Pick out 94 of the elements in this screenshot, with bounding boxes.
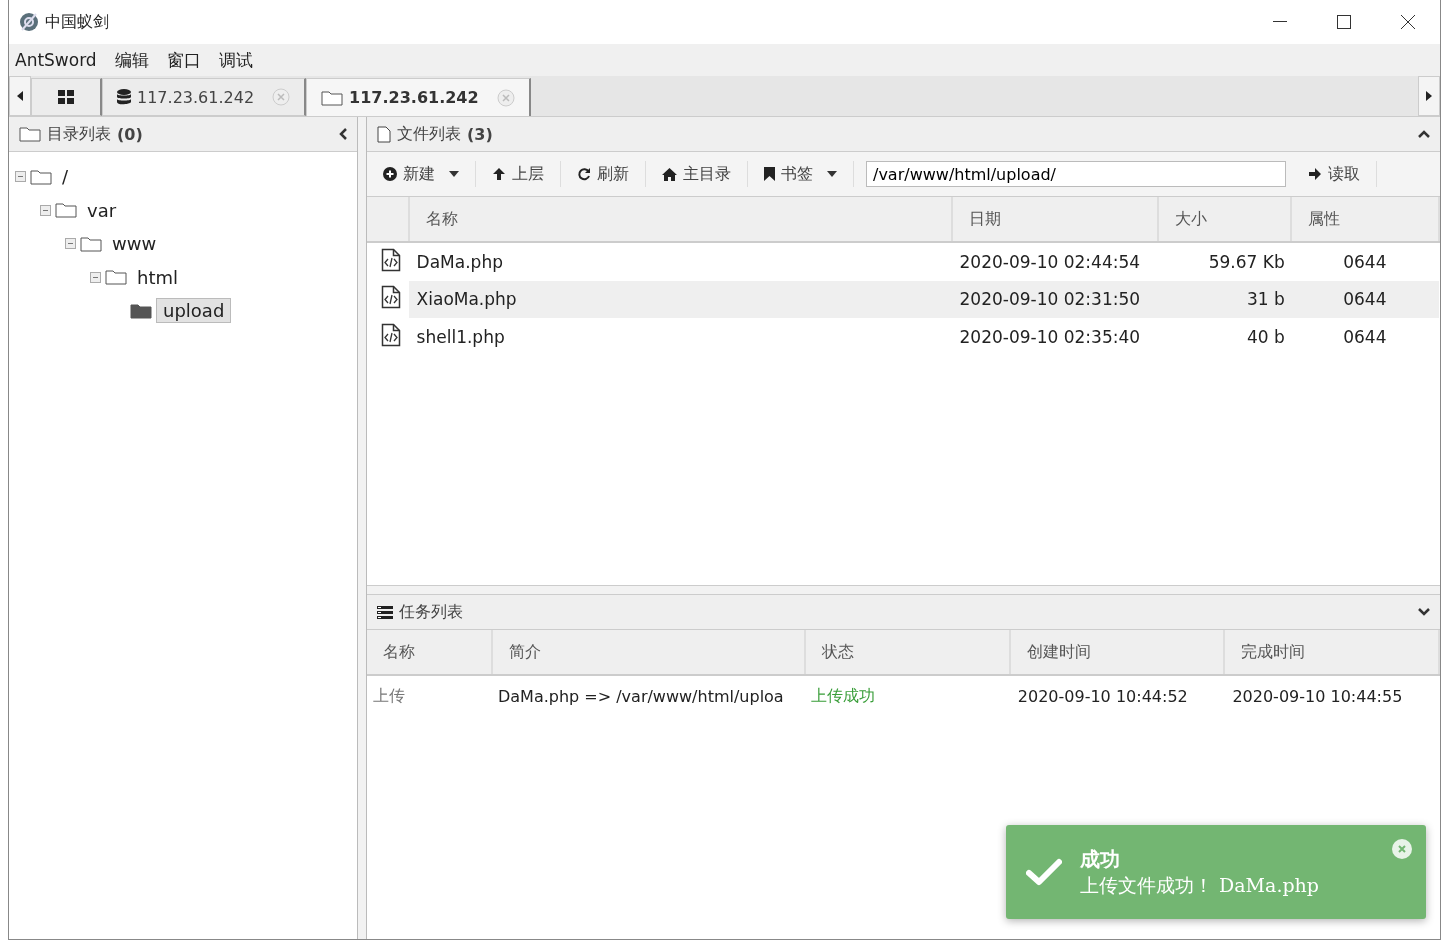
file-icon	[377, 125, 391, 143]
database-icon	[117, 89, 131, 105]
code-file-icon	[381, 322, 401, 347]
column-header[interactable]: 完成时间	[1224, 630, 1439, 675]
column-header[interactable]: 大小	[1158, 197, 1291, 242]
menu-item[interactable]: 调试	[218, 48, 253, 72]
tree-item[interactable]: html	[131, 265, 184, 289]
scroll-right-button[interactable]	[1418, 76, 1440, 116]
tree-item[interactable]: var	[81, 198, 123, 222]
folder-icon	[55, 202, 77, 219]
item-count: (0)	[117, 124, 143, 144]
collapse-toggle[interactable]	[40, 204, 51, 216]
file-size: 31 b	[1246, 289, 1285, 310]
toolbar-button[interactable]: 刷新	[561, 161, 646, 187]
task-description: DaMa.php => /var/www/html/uploa	[497, 686, 784, 706]
file-size: 59.67 Kb	[1208, 251, 1285, 272]
task-status: 上传成功	[811, 685, 876, 705]
tree-item[interactable]: /	[56, 165, 75, 189]
panel-title: 文件列表	[397, 123, 461, 145]
file-permissions: 0644	[1343, 289, 1387, 310]
panel-title: 任务列表	[399, 601, 463, 623]
file-row[interactable]: shell1.php 2020-09-10 02:35:40 40 b 0644	[367, 318, 1439, 356]
maximize-icon	[1337, 15, 1351, 29]
column-header[interactable]: 日期	[951, 197, 1159, 242]
caret-icon	[827, 171, 837, 177]
read-button[interactable]: 读取	[1292, 161, 1377, 187]
folder-icon	[19, 126, 41, 142]
folder-icon	[105, 269, 127, 286]
file-date: 2020-09-10 02:35:40	[959, 326, 1141, 347]
grid-icon	[58, 90, 74, 104]
menu-item[interactable]: AntSword	[15, 50, 97, 70]
left-arrow-icon	[17, 91, 23, 101]
created-time: 2020-09-10 10:44:52	[1017, 686, 1188, 706]
folder-icon	[80, 235, 102, 252]
app-logo-icon	[19, 12, 39, 32]
tab[interactable]	[31, 78, 102, 116]
tab[interactable]: 117.23.61.242	[102, 78, 307, 116]
column-header[interactable]: 创建时间	[1009, 630, 1225, 675]
toolbar-button[interactable]: 主目录	[646, 161, 748, 187]
collapse-toggle[interactable]	[65, 238, 76, 250]
path-field[interactable]: /var/www/html/upload/	[866, 161, 1286, 187]
file-name: XiaoMa.php	[416, 289, 517, 310]
file-row[interactable]: DaMa.php 2020-09-10 02:44:54 59.67 Kb 0644	[367, 242, 1439, 281]
panel-title: 目录列表	[47, 123, 111, 145]
toast-title: 成功	[1080, 845, 1121, 873]
column-header[interactable]: 属性	[1290, 197, 1439, 242]
collapse-toggle[interactable]	[15, 171, 26, 183]
arrow-right-icon	[1308, 167, 1322, 181]
toolbar-button[interactable]: 上层	[476, 161, 561, 187]
right-arrow-icon	[1426, 91, 1432, 101]
menu-item[interactable]: 编辑	[114, 48, 149, 72]
collapse-toggle[interactable]	[90, 271, 101, 283]
minimize-icon	[1273, 21, 1287, 23]
refresh-icon	[577, 167, 591, 181]
toolbar-button[interactable]: 书签	[748, 161, 854, 187]
task-name: 上传	[373, 685, 405, 705]
close-icon	[1398, 845, 1406, 853]
collapse-icon[interactable]	[1418, 130, 1430, 138]
expand-icon[interactable]	[1418, 608, 1430, 616]
toolbar-button[interactable]: 新建	[377, 161, 476, 187]
column-header[interactable]: 名称	[367, 630, 492, 675]
arrow-up-icon	[492, 167, 506, 181]
file-name: shell1.php	[416, 326, 505, 347]
finished-time: 2020-09-10 10:44:55	[1232, 686, 1403, 706]
collapse-icon[interactable]	[339, 128, 347, 140]
file-permissions: 0644	[1343, 326, 1387, 347]
file-name: DaMa.php	[416, 251, 503, 272]
file-size: 40 b	[1246, 326, 1285, 347]
close-icon	[1401, 15, 1415, 29]
item-count: (3)	[467, 124, 493, 144]
tab[interactable]: 117.23.61.242	[306, 78, 531, 116]
folder-icon	[321, 89, 344, 106]
plus-circle-icon	[383, 167, 397, 181]
file-date: 2020-09-10 02:44:54	[959, 251, 1141, 272]
caret-icon	[449, 171, 459, 177]
column-header[interactable]: 名称	[408, 197, 952, 242]
tree-item[interactable]: www	[106, 232, 163, 256]
window-title: 中国蚁剑	[45, 11, 109, 33]
folder-icon	[30, 168, 52, 185]
checkmark-icon	[1026, 858, 1062, 886]
file-date: 2020-09-10 02:31:50	[959, 289, 1141, 310]
home-icon	[662, 167, 677, 181]
folder-icon	[130, 302, 152, 319]
file-permissions: 0644	[1343, 251, 1387, 272]
tree-item[interactable]: upload	[156, 298, 232, 324]
code-file-icon	[381, 285, 401, 310]
toast-message: 上传文件成功！ DaMa.php	[1080, 872, 1319, 898]
scroll-left-button[interactable]	[9, 76, 31, 116]
menu-item[interactable]: 窗口	[166, 48, 201, 72]
bookmark-icon	[764, 167, 775, 181]
column-header[interactable]: 简介	[491, 630, 806, 675]
code-file-icon	[381, 247, 401, 272]
list-icon	[377, 605, 393, 619]
column-header[interactable]: 状态	[805, 630, 1010, 675]
